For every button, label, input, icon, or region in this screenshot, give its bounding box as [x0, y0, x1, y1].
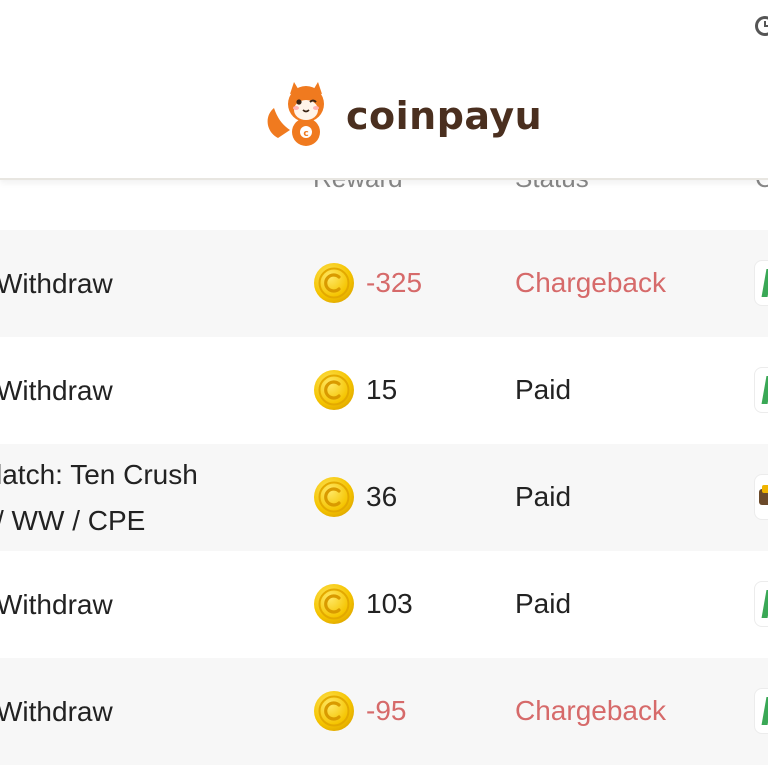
green-bar-icon[interactable]	[754, 367, 768, 413]
table-row: latch: Ten Crush / WW / CPE 36 Paid	[0, 444, 768, 551]
coin-icon	[314, 370, 354, 410]
reward-amount: 36	[366, 481, 398, 512]
table-row: Withdraw -325 Chargeback	[0, 230, 768, 337]
table-row: Withdraw -95 Chargeback	[0, 658, 768, 765]
transaction-type: Withdraw	[0, 230, 296, 337]
green-bar-shape	[761, 269, 768, 297]
table-row: Withdraw 103 Paid	[0, 551, 768, 658]
reward-amount: 103	[366, 588, 413, 619]
coin-icon	[314, 691, 354, 731]
transaction-type-line: Withdraw	[0, 267, 113, 299]
reward-amount: -325	[366, 267, 423, 298]
status-label: Paid	[515, 481, 572, 512]
reward-amount: 15	[366, 374, 398, 405]
alarm-icon[interactable]	[752, 12, 768, 38]
reward-amount: -95	[366, 695, 407, 726]
transaction-type-line: Withdraw	[0, 695, 113, 727]
status-label: Paid	[515, 588, 572, 619]
svg-text:c: c	[303, 129, 308, 139]
coin-icon	[314, 584, 354, 624]
green-bar-shape	[761, 590, 768, 618]
coinpayu-logo[interactable]: c coinpayu	[264, 80, 542, 152]
green-bar-icon[interactable]	[754, 260, 768, 306]
status-label: Chargeback	[515, 695, 666, 726]
squirrel-mascot-icon: c	[267, 82, 324, 146]
transaction-type-line: latch: Ten Crush	[0, 458, 198, 490]
brand-name: coinpayu	[346, 94, 543, 138]
transaction-type-line: / WW / CPE	[0, 504, 146, 536]
green-bar-icon[interactable]	[754, 581, 768, 627]
badge-icon[interactable]	[754, 474, 768, 520]
green-bar-shape	[761, 376, 768, 404]
transaction-type: Withdraw	[0, 337, 296, 444]
status-label: Chargeback	[515, 267, 666, 298]
coin-icon	[314, 263, 354, 303]
status-label: Paid	[515, 374, 572, 405]
table-row: Withdraw 15 Paid	[0, 337, 768, 444]
coin-icon	[314, 477, 354, 517]
app-header: c coinpayu	[0, 0, 768, 180]
green-bar-shape	[761, 697, 768, 725]
transaction-type-line: Withdraw	[0, 374, 113, 406]
transaction-type: Withdraw	[0, 551, 296, 658]
green-bar-icon[interactable]	[754, 688, 768, 734]
transaction-table: Withdraw -325 Chargeback Withdraw 15 Paid latc…	[0, 230, 768, 765]
transaction-type-line: Withdraw	[0, 588, 113, 620]
transaction-type: Withdraw	[0, 658, 296, 765]
transaction-type: latch: Ten Crush / WW / CPE	[0, 444, 296, 551]
